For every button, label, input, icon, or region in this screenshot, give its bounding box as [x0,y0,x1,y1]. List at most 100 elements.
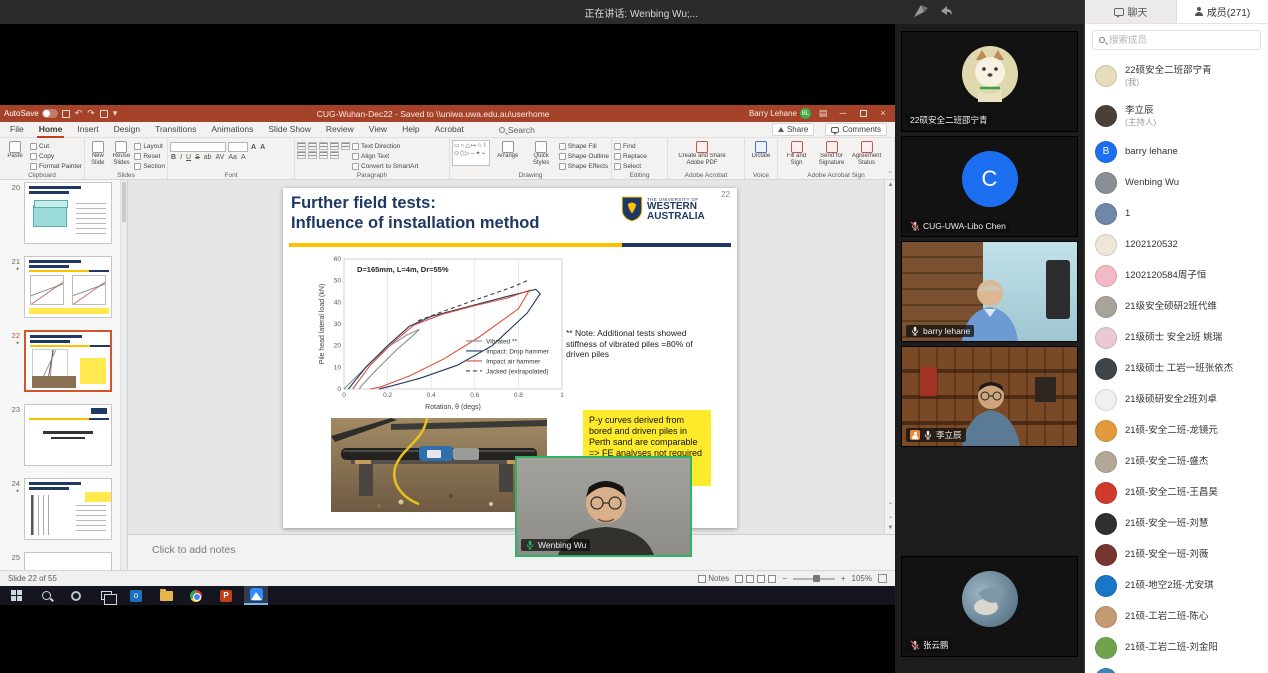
ribbon-tab-slide-show[interactable]: Slide Show [266,122,313,138]
slide-thumbnail-21[interactable] [24,256,112,318]
video-tile[interactable]: CCUG-UWA-Libo Chen [901,136,1078,237]
notes-pane[interactable]: Click to add notes [128,534,895,570]
member-row[interactable]: 李立辰(主持人) [1085,96,1268,136]
return-arrow-icon[interactable] [938,3,954,19]
align-text-icon[interactable] [297,151,306,159]
slideshow-view-icon[interactable] [768,575,776,583]
list-format-icon[interactable] [341,142,350,150]
account-menu[interactable]: Barry Lehane BL [749,108,811,119]
member-row[interactable]: 21硕-安全二班-盛杰 [1085,446,1268,477]
save-icon[interactable] [62,110,70,118]
send-for-signature-button[interactable]: Send for Signature [815,140,848,166]
paste-button[interactable]: Paste [2,140,28,160]
reading-view-icon[interactable] [757,575,765,583]
search-box[interactable]: Search [499,125,535,135]
shrink-font-icon[interactable]: A [259,144,266,151]
member-row[interactable]: 21级安全硕研2班代维 [1085,291,1268,322]
ribbon-tab-insert[interactable]: Insert [75,122,100,138]
member-row[interactable]: 21硕-安全二班-王昌昊 [1085,477,1268,508]
layout-button[interactable]: Layout [134,142,165,151]
font-style-u-button[interactable]: U [185,154,192,161]
zoom-slider[interactable] [793,578,835,580]
zoom-in-icon[interactable]: + [841,574,846,583]
dictate-button[interactable]: Dictate [747,140,775,160]
shape-outline-button[interactable]: Shape Outline [559,152,609,161]
autosave-toggle[interactable]: AutoSave [4,109,58,118]
shape-fill-button[interactable]: Shape Fill [559,142,609,151]
notes-toggle-button[interactable]: Notes [698,574,729,583]
member-row[interactable]: Wenbing Wu [1085,167,1268,198]
restore-button[interactable] [855,105,871,123]
zoom-level[interactable]: 105% [852,574,872,583]
member-row[interactable]: 21级硕士 安全2班 姚瑞 [1085,322,1268,353]
shape-effects-button[interactable]: Shape Effects [559,162,609,171]
replace-button[interactable]: Replace [614,152,647,161]
taskbar-powerpoint-icon[interactable]: P [214,586,238,605]
comments-button[interactable]: Comments [825,123,887,136]
ribbon-tab-transitions[interactable]: Transitions [153,122,198,138]
taskbar-outlook-icon[interactable]: o [124,586,148,605]
member-search-input[interactable] [1109,35,1239,46]
taskbar-start-icon[interactable] [4,586,28,605]
member-row[interactable]: 21硕-安全一班-刘慧 [1085,508,1268,539]
font-size-select[interactable] [228,142,248,152]
member-row[interactable]: 1202120532 [1085,229,1268,260]
slide-thumbnail-25[interactable] [24,552,112,570]
fit-to-window-icon[interactable] [878,574,887,583]
ribbon-tab-design[interactable]: Design [112,122,142,138]
new-slide-button[interactable]: New Slide [87,140,109,166]
video-tile[interactable]: 22硕安全二班邵宁青 [901,31,1078,132]
redo-icon[interactable]: ↷ [87,108,95,119]
find-button[interactable]: Find [614,142,647,151]
tab-chat[interactable]: 聊天 [1085,0,1177,23]
member-row[interactable]: 21硕-安全二班-龙镜元 [1085,415,1268,446]
ribbon-display-icon[interactable]: ▤ [815,105,831,122]
thumbnail-scrollbar[interactable] [120,180,127,570]
font-style-a-button[interactable]: A [240,154,247,161]
ribbon-tab-view[interactable]: View [367,122,389,138]
close-button[interactable]: × [875,105,891,122]
font-style-b-button[interactable]: B [170,154,177,161]
font-style-aa-button[interactable]: Aa [227,154,238,161]
member-search[interactable] [1092,30,1261,50]
video-tile[interactable]: 张云鹏 [901,556,1078,657]
member-row[interactable]: Bbarry lehane [1085,136,1268,167]
font-name-select[interactable] [170,142,226,152]
taskbar-explorer-icon[interactable] [154,586,178,605]
member-row[interactable]: 21级硕士 工岩一班张依杰 [1085,353,1268,384]
reset-button[interactable]: Reset [134,152,165,161]
ribbon-tab-file[interactable]: File [8,122,26,138]
list-format-icon[interactable] [330,142,339,150]
align-text-button[interactable]: Align Text [352,152,418,161]
qat-dropdown-icon[interactable]: ▾ [113,108,118,119]
font-style-s-button[interactable]: S [194,154,201,161]
ribbon-tab-home[interactable]: Home [37,122,65,138]
cut-button[interactable]: Cut [30,142,82,151]
member-row[interactable]: 21硕-工岩二班-陈心 [1085,601,1268,632]
format-painter-button[interactable]: Format Painter [30,162,82,171]
share-button[interactable]: Share [772,123,814,136]
zoom-out-icon[interactable]: − [782,574,787,583]
font-style-ab-button[interactable]: ab [203,154,213,161]
member-row[interactable]: 22硕安全二班邵宁青(我) [1085,56,1268,96]
present-icon[interactable] [100,110,108,118]
section-button[interactable]: Section [134,162,165,171]
normal-view-icon[interactable] [735,575,743,583]
video-tile[interactable]: Wenbing Wu [515,456,692,557]
reuse-slides-button[interactable]: Reuse Slides [111,140,133,166]
slide-thumbnail-23[interactable] [24,404,112,466]
list-format-icon[interactable] [297,142,306,150]
taskbar-task-view-icon[interactable] [94,586,118,605]
member-row[interactable]: 21硕-工岩二班-刘金阳 [1085,632,1268,663]
grow-font-icon[interactable]: A [250,144,257,151]
minimize-button[interactable]: ─ [835,105,851,122]
text-direction-button[interactable]: Text Direction [352,142,418,151]
align-text-icon[interactable] [319,151,328,159]
arrange-button[interactable]: Arrange [492,140,523,160]
slide-sorter-view-icon[interactable] [746,575,754,583]
quick-styles-button[interactable]: Quick Styles [525,140,556,166]
taskbar-chrome-icon[interactable] [184,586,208,605]
ribbon-tab-help[interactable]: Help [400,122,421,138]
ribbon-tab-animations[interactable]: Animations [209,122,255,138]
taskbar-search-icon[interactable] [34,586,58,605]
